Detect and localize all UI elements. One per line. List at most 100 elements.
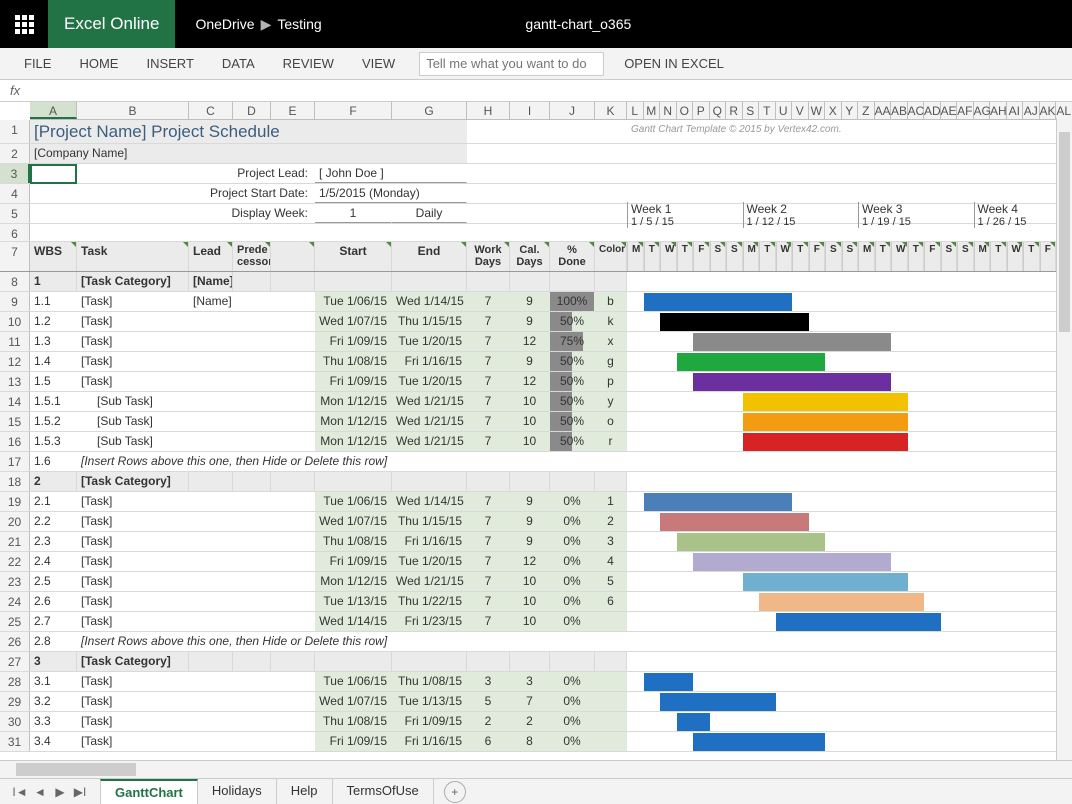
cell[interactable] [271, 552, 315, 571]
row-header[interactable]: 1 [0, 120, 30, 143]
wbs[interactable]: 1.5 [30, 372, 77, 391]
ribbon-tab-data[interactable]: DATA [208, 52, 269, 75]
wd[interactable]: 7 [467, 512, 510, 531]
color[interactable]: 3 [595, 532, 627, 551]
wd[interactable]: 7 [467, 392, 510, 411]
cell[interactable] [77, 204, 124, 223]
task[interactable]: [Task] [77, 572, 189, 591]
pct[interactable]: 100% [550, 292, 595, 311]
wd[interactable]: 7 [467, 532, 510, 551]
wd[interactable]: 7 [467, 552, 510, 571]
cell[interactable] [392, 272, 467, 291]
cell[interactable] [550, 652, 595, 671]
day-hdr[interactable]: F [1040, 242, 1057, 271]
col-header[interactable]: AF [957, 102, 974, 119]
row-header[interactable]: 15 [0, 412, 30, 431]
pct[interactable]: 50% [550, 312, 595, 331]
wbs[interactable]: 2.6 [30, 592, 77, 611]
col-header[interactable]: AK [1040, 102, 1057, 119]
col-header[interactable]: W [809, 102, 826, 119]
hdr[interactable]: Predecessor [233, 242, 271, 271]
cell[interactable] [271, 352, 315, 371]
task[interactable]: [Task] [77, 292, 189, 311]
col-header[interactable]: U [776, 102, 793, 119]
app-launcher[interactable] [0, 0, 48, 48]
start[interactable]: Mon 1/12/15 [315, 412, 392, 431]
row-header[interactable]: 17 [0, 452, 30, 471]
cell[interactable] [271, 312, 315, 331]
pred[interactable] [233, 532, 271, 551]
start[interactable]: Tue 1/06/15 [315, 292, 392, 311]
meta-label[interactable]: Project Lead: [124, 164, 315, 183]
sheet-nav-first[interactable]: I◄ [10, 785, 30, 799]
wd[interactable]: 7 [467, 592, 510, 611]
col-header[interactable]: M [644, 102, 661, 119]
day-hdr[interactable]: F [809, 242, 826, 271]
row-header[interactable]: 4 [0, 184, 30, 203]
hdr[interactable]: Lead [189, 242, 233, 271]
meta-label[interactable]: Project Start Date: [124, 184, 315, 203]
cell[interactable] [271, 242, 315, 271]
lead[interactable] [189, 592, 233, 611]
add-sheet-button[interactable]: + [444, 781, 466, 803]
wd[interactable]: 7 [467, 572, 510, 591]
tell-me-input[interactable] [426, 56, 602, 71]
pct[interactable]: 0% [550, 612, 595, 631]
color[interactable] [595, 612, 627, 631]
wd[interactable]: 7 [467, 612, 510, 631]
end[interactable]: Fri 1/09/15 [392, 712, 467, 731]
pred[interactable] [233, 552, 271, 571]
cd[interactable]: 9 [510, 292, 550, 311]
cell[interactable] [30, 184, 77, 203]
row-header[interactable]: 29 [0, 692, 30, 711]
cell[interactable] [30, 224, 627, 241]
company-name[interactable]: [Company Name] [30, 144, 467, 163]
ribbon-tab-file[interactable]: FILE [10, 52, 65, 75]
wbs[interactable]: 3.2 [30, 692, 77, 711]
breadcrumb[interactable]: OneDrive▶Testing [195, 16, 321, 33]
wd[interactable]: 7 [467, 432, 510, 451]
cell[interactable] [315, 652, 392, 671]
cell[interactable] [550, 272, 595, 291]
pct[interactable]: 50% [550, 372, 595, 391]
col-header[interactable]: I [510, 102, 550, 119]
row-header[interactable]: 20 [0, 512, 30, 531]
row-header[interactable]: 24 [0, 592, 30, 611]
sheet-tab[interactable]: TermsOfUse [333, 779, 434, 804]
wbs[interactable]: 2.4 [30, 552, 77, 571]
hdr[interactable]: WBS [30, 242, 77, 271]
cd[interactable]: 10 [510, 412, 550, 431]
day-hdr[interactable]: T [875, 242, 892, 271]
wd[interactable]: 3 [467, 672, 510, 691]
cell[interactable] [233, 652, 271, 671]
row-header[interactable]: 28 [0, 672, 30, 691]
col-header[interactable]: AB [891, 102, 908, 119]
row-header[interactable]: 16 [0, 432, 30, 451]
task[interactable]: [Task Category] [77, 472, 189, 491]
color[interactable]: 5 [595, 572, 627, 591]
task[interactable]: [Task] [77, 312, 189, 331]
pred[interactable] [233, 732, 271, 751]
wbs[interactable]: 2.7 [30, 612, 77, 631]
lead[interactable] [189, 552, 233, 571]
cell[interactable] [271, 592, 315, 611]
task[interactable]: [Task] [77, 732, 189, 751]
meta-value[interactable]: 1 [315, 204, 392, 223]
start[interactable]: Tue 1/06/15 [315, 672, 392, 691]
cd[interactable]: 9 [510, 532, 550, 551]
end[interactable]: Wed 1/14/15 [392, 292, 467, 311]
task[interactable]: [Sub Task] [77, 412, 189, 431]
pred[interactable] [233, 352, 271, 371]
day-hdr[interactable]: T [677, 242, 694, 271]
cell[interactable] [271, 692, 315, 711]
task[interactable]: [Task] [77, 692, 189, 711]
color[interactable] [595, 712, 627, 731]
pct[interactable]: 50% [550, 352, 595, 371]
col-header[interactable]: AL [1056, 102, 1072, 119]
ribbon-tab-review[interactable]: REVIEW [269, 52, 348, 75]
wbs[interactable]: 1.5.1 [30, 392, 77, 411]
task[interactable]: [Task] [77, 332, 189, 351]
row-header[interactable]: 31 [0, 732, 30, 751]
col-header[interactable]: P [693, 102, 710, 119]
task[interactable]: [Task] [77, 512, 189, 531]
